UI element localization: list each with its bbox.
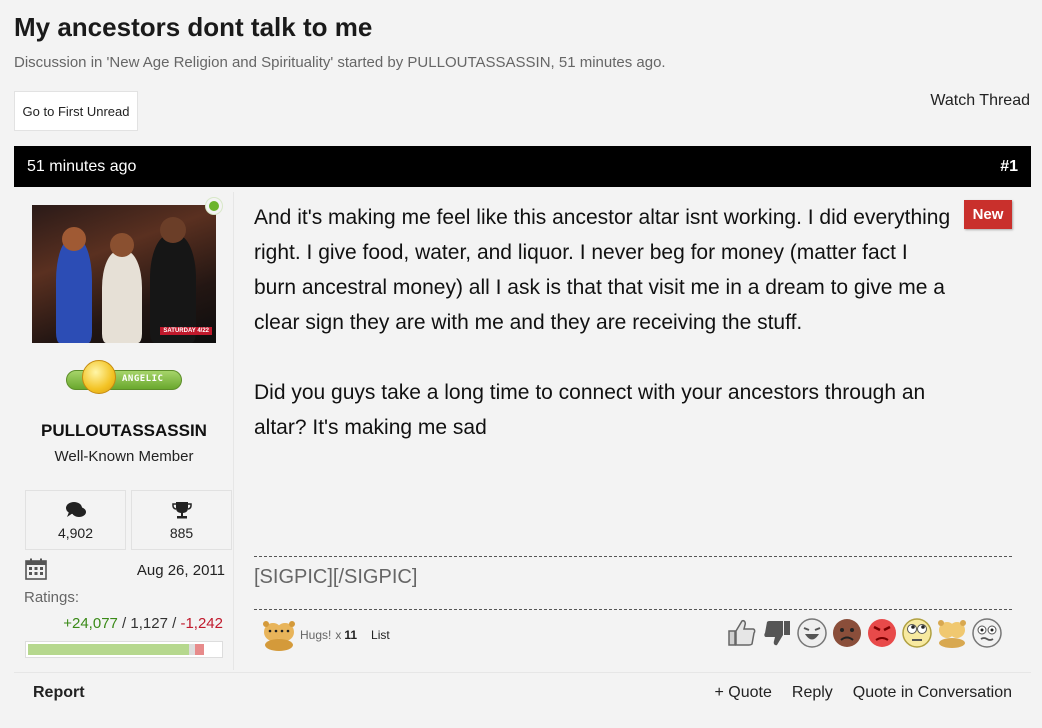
- messages-count: 4,902: [57, 525, 94, 541]
- post-paragraph: And it's making me feel like this ancest…: [254, 206, 951, 334]
- ratings-bar-negative: [195, 644, 204, 655]
- go-to-first-unread-button[interactable]: Go to First Unread: [14, 91, 138, 131]
- hug-bears-icon[interactable]: [936, 617, 968, 649]
- thumbs-down-icon[interactable]: [761, 617, 793, 649]
- avatar-figure: [62, 227, 86, 251]
- trophies-stat[interactable]: 885: [131, 490, 232, 550]
- watch-thread-link[interactable]: Watch Thread: [930, 92, 1030, 110]
- signature: [SIGPIC][/SIGPIC]: [254, 566, 418, 588]
- signature-divider: [254, 556, 1012, 557]
- avatar-caption: SATURDAY 4/22: [160, 327, 212, 335]
- ratings-bar: [25, 641, 223, 658]
- rating-buttons: [726, 617, 1003, 651]
- ratings-label: Ratings:: [24, 589, 80, 606]
- new-post-badge: New: [964, 200, 1012, 229]
- laughing-icon[interactable]: [796, 617, 828, 649]
- angry-icon[interactable]: [866, 617, 898, 649]
- confused-icon[interactable]: [971, 617, 1003, 649]
- username[interactable]: PULLOUTASSASSIN: [14, 421, 234, 441]
- avatar-figure: [160, 217, 186, 243]
- avatar-figure: [102, 251, 142, 343]
- sad-face-icon[interactable]: [831, 617, 863, 649]
- avatar[interactable]: SATURDAY 4/22: [32, 205, 216, 343]
- avatar-figure: [56, 239, 92, 343]
- rank-badge: ANGELIC: [66, 360, 184, 396]
- hug-bears-icon: [263, 621, 295, 651]
- post-actions: + Quote Reply Quote in Conversation: [715, 684, 1012, 702]
- multi-quote-link[interactable]: + Quote: [715, 684, 772, 702]
- post-paragraph: Did you guys take a long time to connect…: [254, 381, 926, 439]
- post-header: 51 minutes ago #1: [14, 146, 1031, 187]
- messages-stat[interactable]: 4,902: [25, 490, 126, 550]
- speech-bubbles-icon: [65, 502, 86, 517]
- avatar-figure: [110, 233, 134, 257]
- user-info-panel: SATURDAY 4/22 ANGELIC PULLOUTASSASSIN We…: [14, 192, 234, 670]
- quote-in-conversation-link[interactable]: Quote in Conversation: [853, 684, 1012, 702]
- report-link[interactable]: Report: [33, 684, 85, 702]
- ratings-bar-positive: [28, 644, 189, 655]
- ratings-negative: -1,242: [180, 615, 223, 632]
- thread-title: My ancestors dont talk to me: [14, 12, 373, 42]
- ratings-neutral: 1,127: [130, 615, 168, 632]
- signature-divider: [254, 609, 1012, 610]
- ratings-positive: +24,077: [63, 615, 118, 632]
- post-footer: Report + Quote Reply Quote in Conversati…: [14, 672, 1031, 716]
- smiley-icon: [82, 360, 116, 394]
- post-message: And it's making me feel like this ancest…: [254, 200, 954, 480]
- thread-description: Discussion in 'New Age Religion and Spir…: [14, 54, 666, 71]
- join-date: Aug 26, 2011: [136, 562, 225, 579]
- reply-link[interactable]: Reply: [792, 684, 833, 702]
- rolling-eyes-icon[interactable]: [901, 617, 933, 649]
- ratings-values: +24,077 / 1,127 / -1,242: [63, 615, 223, 632]
- thumbs-up-icon[interactable]: [726, 617, 758, 649]
- online-status-icon: [206, 198, 222, 214]
- ratings-list-link[interactable]: List: [371, 628, 390, 642]
- user-title: Well-Known Member: [54, 448, 194, 465]
- ratings-separator: /: [122, 615, 127, 632]
- hugs-count: 11: [344, 628, 358, 642]
- trophies-count: 885: [169, 525, 194, 541]
- calendar-icon: [25, 558, 47, 580]
- hugs-times: x: [335, 628, 342, 642]
- join-date-row: Aug 26, 2011: [25, 556, 225, 582]
- post-time[interactable]: 51 minutes ago: [27, 158, 136, 176]
- post-number[interactable]: #1: [1000, 158, 1018, 176]
- hugs-label: Hugs!: [300, 628, 332, 642]
- ratings-summary: Hugs! x 11 List: [262, 618, 390, 652]
- rank-badge-label: ANGELIC: [122, 374, 164, 384]
- ratings-separator: /: [172, 615, 177, 632]
- trophy-icon: [171, 502, 192, 519]
